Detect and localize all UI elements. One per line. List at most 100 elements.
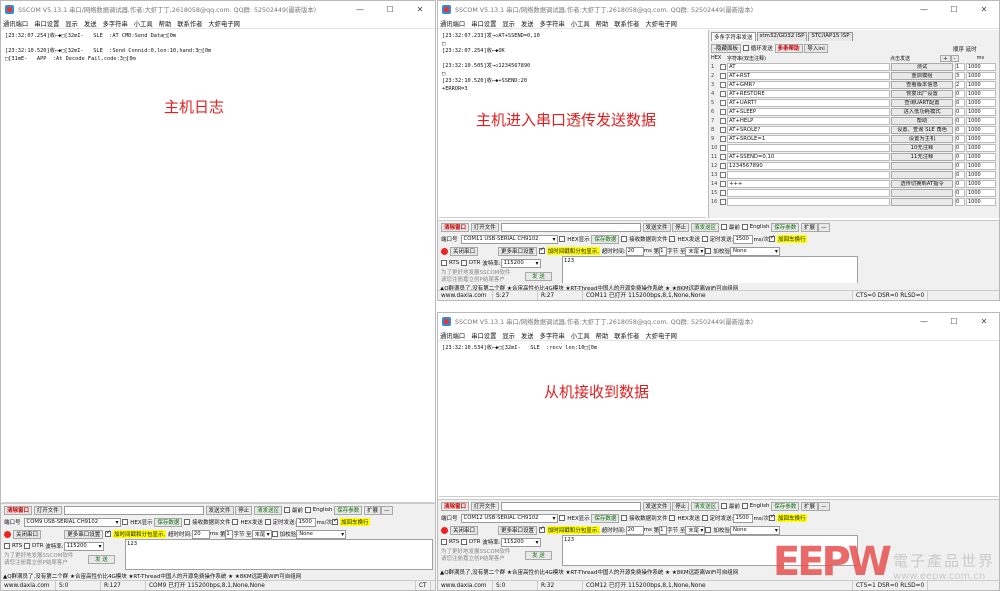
row-send-button[interactable] bbox=[891, 171, 953, 179]
file-path-input[interactable] bbox=[63, 505, 204, 515]
send-button[interactable]: 发 送 bbox=[525, 550, 552, 560]
row-send-button[interactable]: 帮助 bbox=[891, 117, 953, 125]
close-port-button[interactable]: 关闭串口 bbox=[450, 246, 479, 256]
menu-item[interactable]: 发送 bbox=[521, 331, 534, 340]
row-send-button[interactable]: 恢复出厂设置 bbox=[891, 90, 953, 98]
receive-log[interactable]: [23:32:10.534]收←◆□[32mI- SLE :recv len:1… bbox=[439, 342, 998, 497]
row-delay-input[interactable]: 1000 bbox=[966, 117, 996, 125]
menu-item[interactable]: 帮助 bbox=[596, 19, 609, 28]
baud-select[interactable]: 115200 bbox=[500, 258, 541, 268]
save-data-button[interactable]: 保存数据 bbox=[591, 234, 620, 244]
minimize-icon[interactable]: — bbox=[345, 1, 375, 18]
timed-send-checkbox[interactable] bbox=[701, 236, 708, 242]
row-delay-input[interactable]: 1000 bbox=[966, 126, 996, 134]
collapse-button[interactable]: — bbox=[818, 501, 830, 511]
row-order-input[interactable]: 0 bbox=[955, 108, 965, 116]
stop-button[interactable]: 停止 bbox=[672, 222, 690, 232]
nth-input[interactable]: 1 bbox=[225, 529, 234, 539]
send-file-button[interactable]: 发送文件 bbox=[642, 501, 671, 511]
row-order-input[interactable]: 2 bbox=[955, 81, 965, 89]
row-order-input[interactable]: 0 bbox=[955, 180, 965, 188]
tab-multi-string[interactable]: 多条字符串发送 bbox=[711, 32, 756, 41]
nth-input[interactable]: 1 bbox=[659, 246, 668, 256]
more-settings-button[interactable]: 更多串口设置 bbox=[498, 525, 538, 535]
collapse-button[interactable]: — bbox=[818, 222, 830, 232]
file-path-input[interactable] bbox=[500, 501, 641, 511]
row-string-input[interactable]: AT+GMR? bbox=[727, 81, 890, 89]
row-send-button[interactable]: 进入低功耗模式 bbox=[891, 108, 953, 116]
hide-panel-button[interactable]: -隐藏面板 bbox=[711, 43, 741, 53]
save-params-button[interactable]: 保存参数 bbox=[334, 505, 363, 515]
timeout-input[interactable]: 20 bbox=[191, 529, 210, 539]
hex-display-checkbox[interactable] bbox=[122, 519, 129, 525]
row-string-input[interactable]: AT+SLEEP bbox=[727, 108, 890, 116]
row-string-input[interactable]: +++ bbox=[727, 180, 890, 188]
status-website[interactable]: www.daxia.com bbox=[438, 580, 493, 590]
stop-button[interactable]: 停止 bbox=[672, 501, 690, 511]
row-hex-checkbox[interactable] bbox=[720, 190, 726, 196]
expand-button[interactable]: 扩展 bbox=[363, 505, 381, 515]
menu-item[interactable]: 大虾电子网 bbox=[645, 331, 676, 340]
row-delay-input[interactable]: 1000 bbox=[966, 162, 996, 170]
row-hex-checkbox[interactable] bbox=[720, 118, 726, 124]
row-send-button[interactable]: 设置为主机 bbox=[891, 135, 953, 143]
rts-checkbox[interactable] bbox=[4, 543, 10, 549]
interval-input[interactable]: 1500 bbox=[733, 234, 754, 244]
row-string-input[interactable]: 1234567890 bbox=[727, 162, 890, 170]
clear-window-button[interactable]: 清除窗口 bbox=[441, 222, 470, 232]
row-order-input[interactable]: 3 bbox=[955, 72, 965, 80]
menu-item[interactable]: 小工具 bbox=[134, 19, 153, 28]
file-path-input[interactable] bbox=[500, 222, 641, 232]
row-order-input[interactable]: 0 bbox=[955, 135, 965, 143]
checksum-select[interactable]: None bbox=[729, 246, 780, 256]
row-send-button[interactable]: 重启模组 bbox=[891, 72, 953, 80]
menu-item[interactable]: 多字符串 bbox=[540, 331, 565, 340]
menu-item[interactable]: 显示 bbox=[65, 19, 78, 28]
title-bar[interactable]: SSCOM V5.13.1 串口/网络数据调试器,作者:大虾丁丁,2618058… bbox=[438, 1, 999, 18]
baud-select[interactable]: 115200 bbox=[500, 537, 541, 547]
row-delay-input[interactable]: 1000 bbox=[966, 108, 996, 116]
menu-item[interactable]: 串口设置 bbox=[471, 19, 496, 28]
close-icon[interactable]: ✕ bbox=[969, 313, 999, 330]
row-delay-input[interactable]: 1000 bbox=[966, 189, 996, 197]
row-delay-input[interactable]: 1000 bbox=[966, 144, 996, 152]
hex-display-checkbox[interactable] bbox=[559, 236, 566, 242]
row-string-input[interactable] bbox=[727, 189, 890, 197]
menu-item[interactable]: 通讯端口 bbox=[440, 19, 465, 28]
tab-stm32-isp[interactable]: stm32/GD32 ISP bbox=[756, 32, 808, 41]
checksum-select[interactable]: None bbox=[296, 529, 347, 539]
port-select[interactable]: COM12 USB-SERIAL CH9102 bbox=[460, 513, 558, 523]
send-file-button[interactable]: 发送文件 bbox=[642, 222, 671, 232]
interval-input[interactable]: 1500 bbox=[733, 513, 754, 523]
row-delay-input[interactable]: 1000 bbox=[966, 135, 996, 143]
row-order-input[interactable]: 0 bbox=[955, 153, 965, 161]
row-delay-input[interactable]: 1000 bbox=[966, 153, 996, 161]
recv-to-file-checkbox[interactable] bbox=[184, 519, 191, 525]
menu-item[interactable]: 显示 bbox=[502, 331, 515, 340]
menu-item[interactable]: 发送 bbox=[521, 19, 534, 28]
dtr-checkbox[interactable] bbox=[461, 260, 468, 266]
row-string-input[interactable]: AT+SROLE? bbox=[727, 126, 890, 134]
row-hex-checkbox[interactable] bbox=[720, 145, 726, 151]
timestamp-checkbox[interactable] bbox=[538, 525, 545, 533]
row-string-input[interactable]: AT+RESTORE bbox=[727, 90, 890, 98]
row-order-input[interactable]: 0 bbox=[955, 99, 965, 107]
row-hex-checkbox[interactable] bbox=[720, 136, 726, 142]
row-string-input[interactable]: AT+HELP bbox=[727, 117, 890, 125]
row-send-button[interactable] bbox=[891, 162, 953, 170]
row-hex-checkbox[interactable] bbox=[720, 82, 726, 88]
hex-send-checkbox[interactable] bbox=[232, 519, 239, 525]
row-hex-checkbox[interactable] bbox=[720, 154, 726, 160]
rts-checkbox[interactable] bbox=[441, 260, 447, 266]
tab-stc-isp[interactable]: STC/IAP15 ISP bbox=[808, 32, 853, 41]
menu-item[interactable]: 帮助 bbox=[596, 331, 609, 340]
row-string-input[interactable]: AT+UART? bbox=[727, 99, 890, 107]
row-send-button[interactable]: 透传切换到AT指令 bbox=[891, 180, 953, 188]
row-hex-checkbox[interactable] bbox=[720, 163, 726, 169]
row-delay-input[interactable]: 1000 bbox=[966, 198, 996, 206]
timeout-input[interactable]: 20 bbox=[625, 525, 644, 535]
menu-item[interactable]: 小工具 bbox=[571, 19, 590, 28]
title-bar[interactable]: SSCOM V5.13.1 串口/网络数据调试器,作者:大虾丁丁,2618058… bbox=[1, 1, 435, 18]
row-delay-input[interactable]: 1000 bbox=[966, 81, 996, 89]
row-hex-checkbox[interactable] bbox=[720, 181, 726, 187]
